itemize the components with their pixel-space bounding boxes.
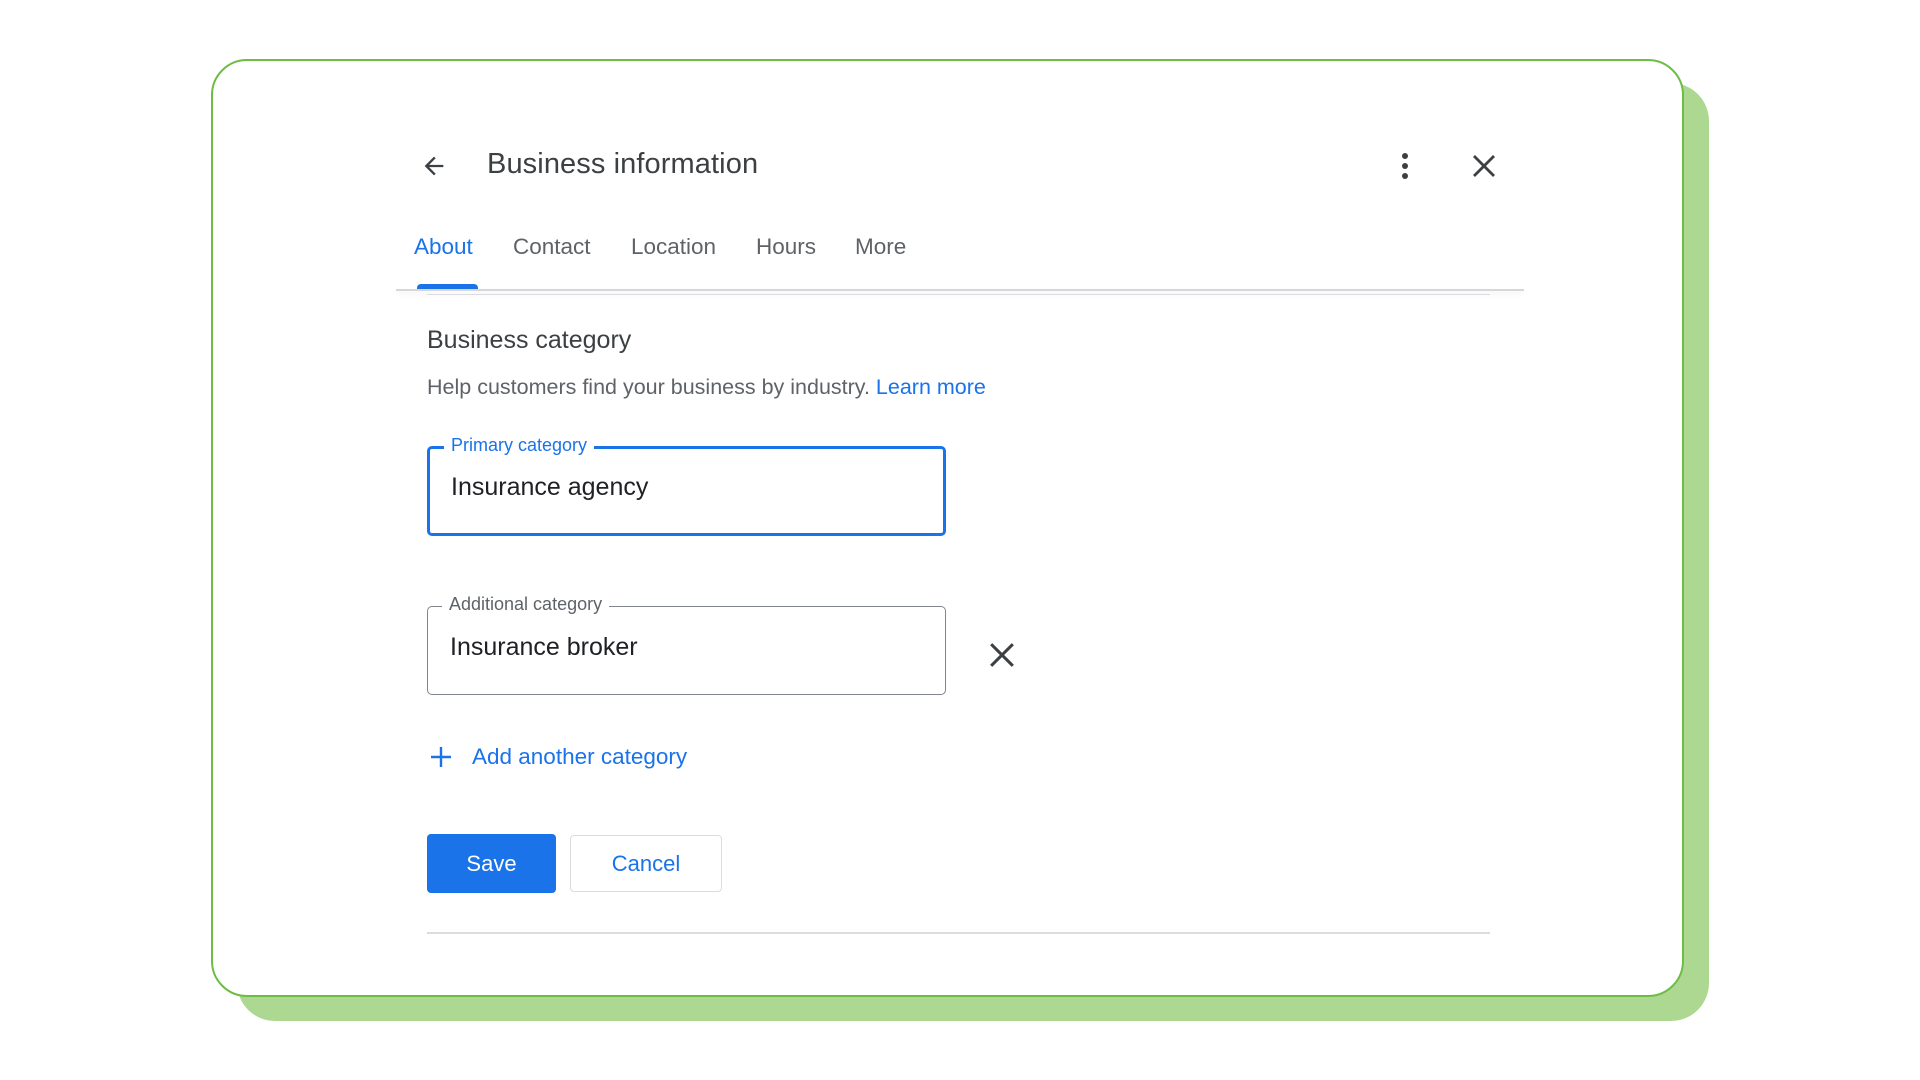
panel-header: Business information (396, 120, 1524, 212)
additional-category-input[interactable] (450, 633, 920, 662)
page-title: Business information (487, 148, 759, 180)
tab-hours[interactable]: Hours (756, 234, 816, 260)
section-help-text: Help customers find your business by ind… (427, 375, 986, 400)
tab-bar: About Contact Location Hours More (396, 220, 1524, 290)
primary-category-label: Primary category (444, 435, 595, 456)
bottom-divider (427, 932, 1490, 934)
primary-category-input[interactable] (451, 473, 921, 502)
additional-category-field[interactable]: Additional category (427, 594, 946, 695)
tab-divider (396, 289, 1524, 291)
learn-more-link[interactable]: Learn more (876, 375, 986, 399)
remove-additional-category-button[interactable] (982, 635, 1022, 675)
close-button[interactable] (1464, 146, 1504, 186)
arrow-back-icon (424, 156, 444, 176)
plus-icon (427, 743, 455, 771)
add-another-category-label: Add another category (472, 744, 688, 769)
help-text: Help customers find your business by ind… (427, 375, 870, 399)
section-title: Business category (427, 326, 632, 354)
tab-more[interactable]: More (855, 234, 906, 260)
business-information-panel: Business information About Contact Locat… (396, 120, 1524, 940)
tab-contact[interactable]: Contact (513, 234, 591, 260)
primary-category-field[interactable]: Primary category (427, 435, 946, 536)
more-vert-icon (1402, 153, 1408, 179)
back-button[interactable] (414, 146, 454, 186)
section-divider (427, 294, 1490, 295)
cancel-button[interactable]: Cancel (570, 835, 722, 892)
close-icon (990, 643, 1014, 667)
tab-location[interactable]: Location (631, 234, 716, 260)
add-another-category-button[interactable]: Add another category (427, 740, 687, 774)
more-options-button[interactable] (1386, 146, 1424, 186)
additional-category-label: Additional category (442, 594, 610, 615)
save-button[interactable]: Save (427, 834, 556, 893)
close-icon (1473, 155, 1495, 177)
tab-about[interactable]: About (414, 234, 473, 260)
